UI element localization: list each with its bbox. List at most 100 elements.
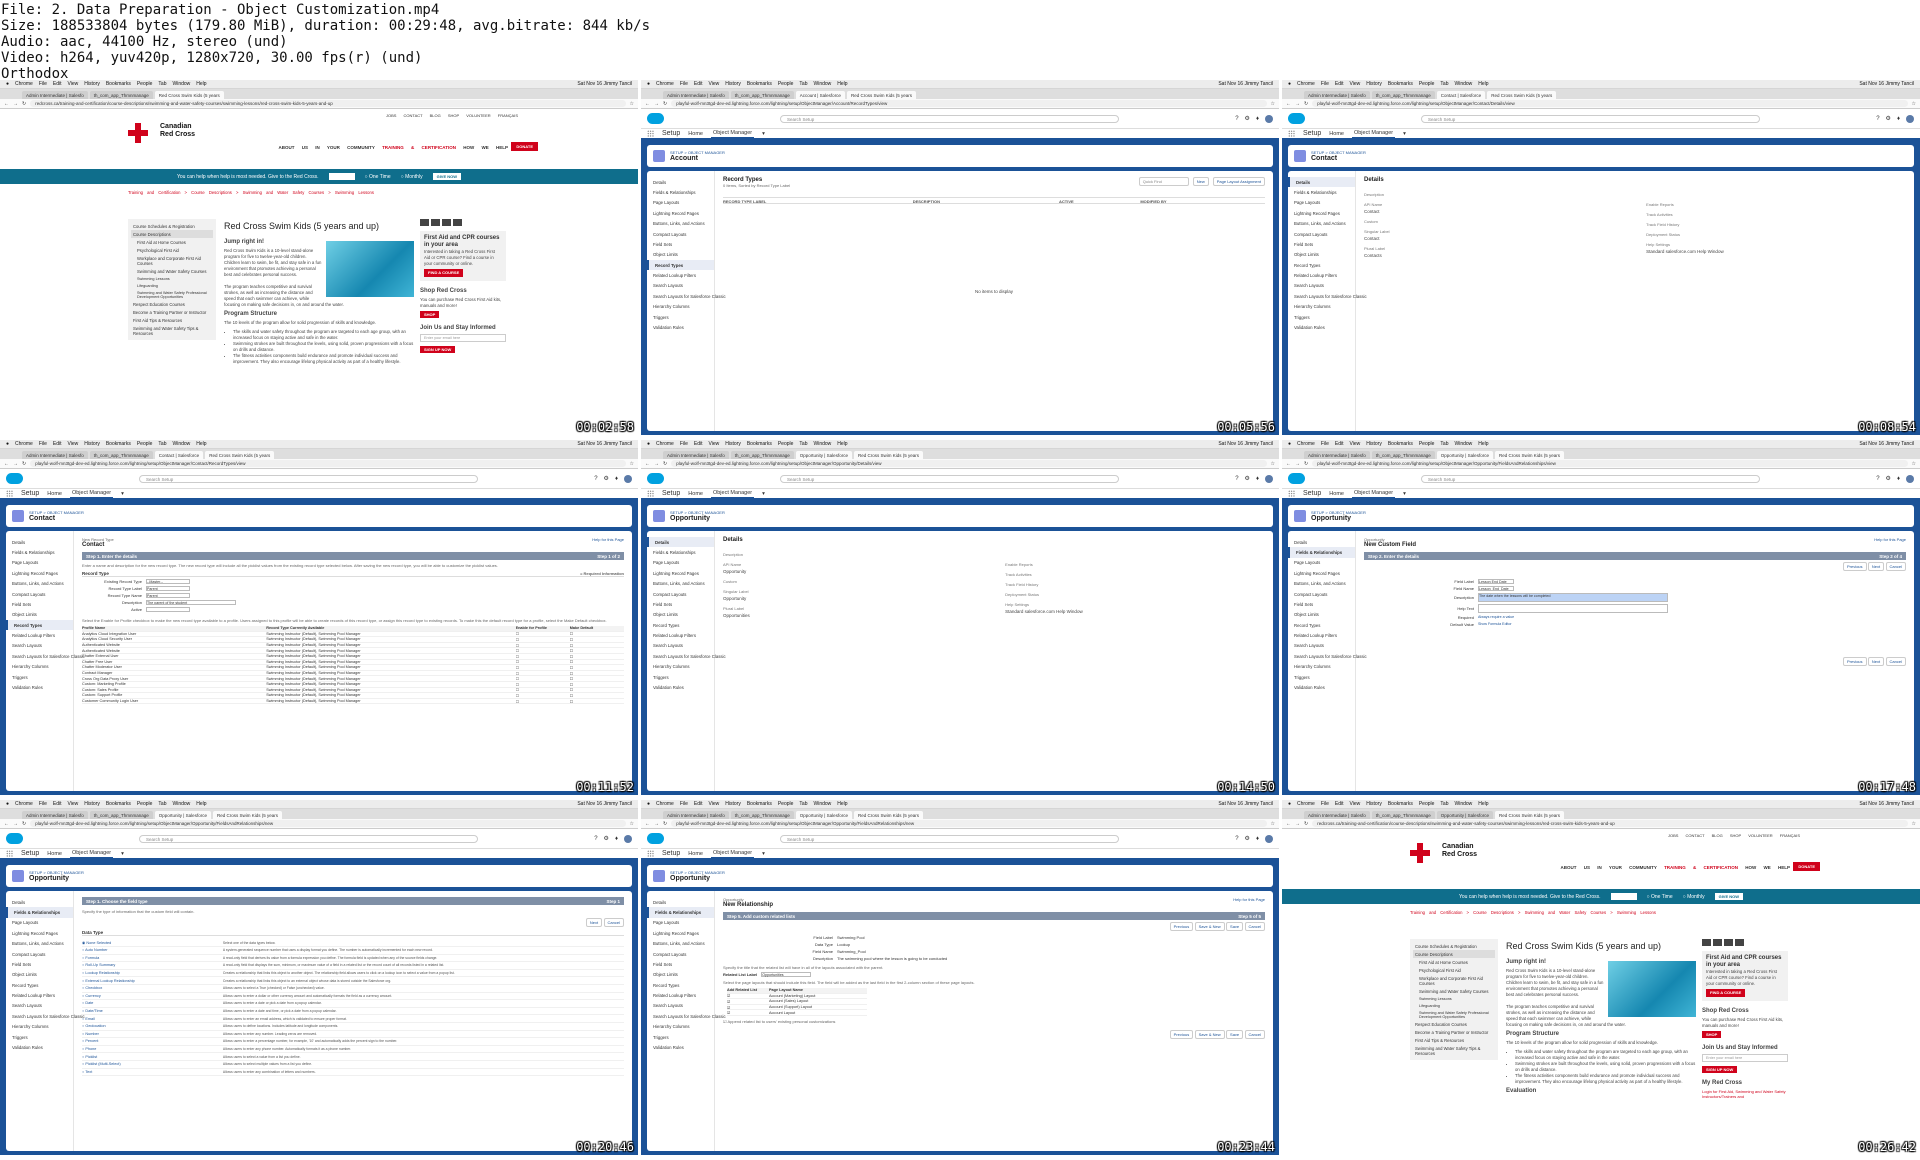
form-input[interactable]: Lesson_End_Date — [1478, 586, 1514, 591]
rc-nav-item[interactable]: Workplace and Corporate First Aid Course… — [131, 254, 213, 267]
browser-tab[interactable]: th_com_app_Thmnmanage — [89, 451, 153, 459]
reload-icon[interactable]: ↻ — [663, 821, 667, 827]
wizard-button[interactable]: Previous — [1842, 562, 1867, 571]
forward-icon[interactable]: → — [1295, 461, 1300, 467]
wizard-button[interactable]: Save — [1226, 1029, 1244, 1039]
default-checkbox[interactable]: ☐ — [570, 648, 624, 653]
rc-nav-item[interactable]: Lifeguarding — [1413, 1002, 1495, 1009]
browser-tab[interactable]: Account | Salesforce — [795, 91, 845, 99]
forward-icon[interactable]: → — [654, 461, 659, 467]
avatar[interactable] — [1265, 834, 1273, 843]
avatar[interactable] — [1265, 474, 1273, 483]
menu-item[interactable]: View — [1350, 81, 1361, 87]
menu-item[interactable]: View — [68, 81, 79, 87]
browser-tab[interactable]: Admin Intermediate | Salesfo — [1304, 91, 1370, 99]
menu-item[interactable]: Tab — [1440, 801, 1448, 807]
gear-icon[interactable]: ⚙ — [1245, 835, 1250, 842]
avatar[interactable] — [624, 834, 632, 843]
default-checkbox[interactable]: ☐ — [570, 631, 624, 636]
give-now-button[interactable]: GIVE NOW — [1714, 893, 1744, 900]
sidebar-item[interactable]: Lightning Record Pages — [6, 928, 73, 938]
menu-item[interactable]: Bookmarks — [747, 441, 772, 447]
sidebar-item[interactable]: Validation Rules — [1288, 682, 1355, 692]
sidebar-item[interactable]: Search Layouts — [1288, 281, 1355, 291]
menu-item[interactable]: Chrome — [656, 801, 674, 807]
menu-item[interactable]: View — [68, 441, 79, 447]
menu-item[interactable]: Help — [196, 81, 206, 87]
browser-tab[interactable]: th_com_app_Thmnmanage — [730, 91, 794, 99]
sidebar-item[interactable]: Field Sets — [6, 599, 73, 609]
enable-checkbox[interactable]: ☐ — [516, 676, 570, 681]
email-icon[interactable] — [1724, 939, 1733, 946]
bell-icon[interactable]: ♦ — [1897, 476, 1900, 482]
rc-nav-item[interactable]: Lifeguarding — [131, 282, 213, 289]
menu-item[interactable]: Help — [196, 441, 206, 447]
field-type-option[interactable]: ○ Currency — [82, 994, 223, 998]
field-type-option[interactable]: ○ Phone — [82, 1047, 223, 1051]
url-field[interactable]: playful-wolf-mn3tgd-dev-ed.lightning.for… — [1312, 100, 1908, 107]
rc-nav-item[interactable]: Swimming Lessons — [1413, 995, 1495, 1002]
find-course-button[interactable]: FIND A COURSE — [424, 269, 464, 277]
browser-tab[interactable]: th_com_app_Thmnmanage — [89, 811, 153, 819]
menu-item[interactable]: Tab — [799, 81, 807, 87]
home-tab[interactable]: Home — [688, 131, 703, 137]
menu-item[interactable]: File — [1321, 441, 1329, 447]
sidebar-item[interactable]: Field Sets — [6, 959, 73, 969]
rc-nav-item[interactable]: First Aid at Home Courses — [1413, 958, 1495, 966]
browser-tab[interactable]: th_com_app_Thmnmanage — [730, 451, 794, 459]
sign-up-button[interactable]: SIGN UP NOW — [1702, 1066, 1738, 1073]
layout-checkbox[interactable]: ☑ — [727, 1010, 769, 1015]
browser-tab[interactable]: th_com_app_Thmnmanage — [1371, 91, 1435, 99]
browser-tab[interactable]: Opportunity | Salesforce — [1436, 811, 1493, 819]
menu-item[interactable]: History — [725, 801, 741, 807]
sidebar-item[interactable]: Record Types — [6, 980, 73, 990]
sidebar-item[interactable]: Details — [647, 537, 714, 548]
related-list-label-input[interactable]: Opportunities — [761, 972, 812, 977]
object-manager-tab[interactable]: Object Manager — [1351, 489, 1396, 499]
menu-item[interactable]: People — [778, 441, 794, 447]
sidebar-item[interactable]: Related Lookup Filters — [647, 630, 714, 640]
sidebar-item[interactable]: Fields & Relationships — [6, 547, 73, 557]
wizard-button[interactable]: Previous — [1169, 1029, 1194, 1039]
rc-nav-item[interactable]: Respect Education Courses — [1413, 1020, 1495, 1028]
menu-item[interactable]: History — [84, 441, 100, 447]
url-field[interactable]: redcross.ca/training-and-certification/c… — [1312, 820, 1908, 827]
gear-icon[interactable]: ⚙ — [604, 835, 609, 842]
menu-item[interactable]: People — [778, 81, 794, 87]
chevron-down-icon[interactable]: ▾ — [1403, 491, 1406, 497]
form-input[interactable] — [1478, 604, 1668, 613]
sidebar-item[interactable]: Triggers — [647, 1032, 714, 1042]
menu-item[interactable]: Bookmarks — [1388, 441, 1413, 447]
shop-button[interactable]: SHOP — [420, 311, 440, 318]
menu-item[interactable]: History — [1366, 801, 1382, 807]
layout-checkbox[interactable]: ☑ — [727, 1005, 769, 1010]
menu-item[interactable]: Window — [172, 81, 190, 87]
menu-item[interactable]: Window — [1454, 801, 1472, 807]
sidebar-item[interactable]: Record Types — [6, 620, 73, 631]
menu-item[interactable]: History — [84, 81, 100, 87]
breadcrumb[interactable]: Training and Certification > Course Desc… — [0, 184, 638, 195]
help-icon[interactable]: ? — [1876, 116, 1879, 122]
next-button[interactable]: Next — [585, 918, 603, 927]
rc-nav-item[interactable]: Psychological First Aid — [1413, 966, 1495, 974]
sidebar-item[interactable]: Field Sets — [647, 959, 714, 969]
nav-link[interactable]: HOW WE HELP — [463, 145, 508, 150]
sidebar-item[interactable]: Search Layouts for Salesforce Classic — [6, 1011, 85, 1021]
rc-nav-item[interactable]: First Aid Tips & Resources — [1413, 1036, 1495, 1044]
home-tab[interactable]: Home — [1329, 491, 1344, 497]
utility-nav[interactable]: JOBS CONTACT BLOG SHOP VOLUNTEER FRANÇAI… — [386, 113, 518, 118]
sidebar-item[interactable]: Hierarchy Columns — [647, 1022, 714, 1032]
sidebar-item[interactable]: Search Layouts for Salesforce Classic — [1288, 291, 1367, 301]
cancel-button[interactable]: Cancel — [603, 918, 624, 927]
sidebar-item[interactable]: Page Layouts — [1288, 558, 1355, 568]
email-input[interactable]: Enter your email here — [1702, 1054, 1788, 1062]
bell-icon[interactable]: ♦ — [1256, 836, 1259, 842]
home-tab[interactable]: Home — [47, 851, 62, 857]
sidebar-item[interactable]: Hierarchy Columns — [6, 662, 73, 672]
menu-item[interactable]: Window — [813, 81, 831, 87]
twitter-icon[interactable] — [431, 219, 440, 226]
default-checkbox[interactable]: ☐ — [570, 671, 624, 676]
bell-icon[interactable]: ♦ — [615, 836, 618, 842]
login-link[interactable]: Login for First Aid, Swimming and Water … — [1702, 1089, 1788, 1099]
menu-item[interactable]: Chrome — [15, 801, 33, 807]
